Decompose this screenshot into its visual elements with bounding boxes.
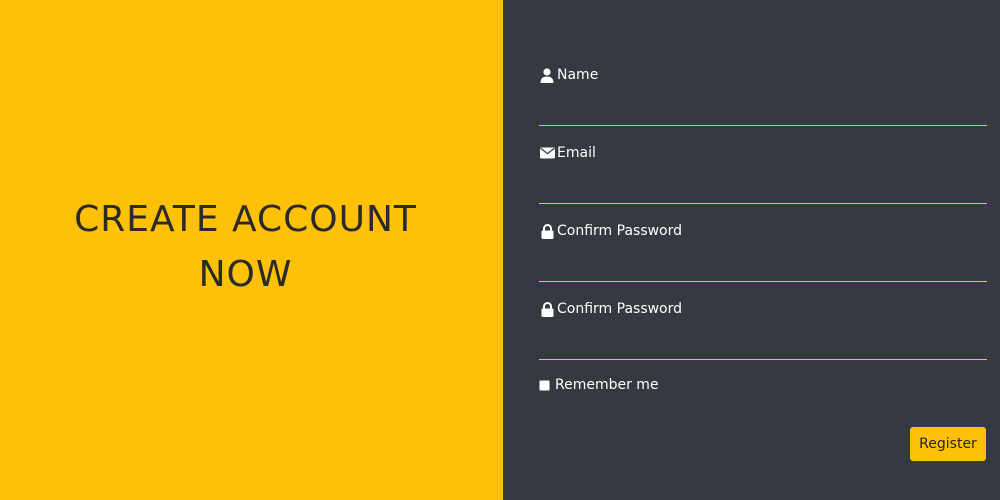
confirm-password-label-text: Confirm Password [557, 301, 683, 317]
name-field-group: Name [539, 65, 989, 126]
lock-icon [539, 301, 555, 317]
name-label-text: Name [557, 67, 599, 83]
lock-icon [539, 223, 555, 239]
confirm-password-field-group: Confirm Password [539, 299, 989, 360]
envelope-icon [539, 145, 555, 161]
email-label: Email [539, 143, 989, 163]
signup-form: Name Email Confirm Password Confirm Pass… [503, 0, 1000, 500]
email-label-text: Email [557, 145, 596, 161]
remember-me-label: Remember me [555, 377, 659, 393]
password-label-text: Confirm Password [557, 223, 683, 239]
confirm-password-label: Confirm Password [539, 299, 989, 319]
name-label: Name [539, 65, 989, 85]
remember-me-checkbox[interactable] [539, 379, 550, 391]
page-title-line-1: CREATE ACCOUNT [74, 199, 417, 240]
email-input[interactable] [539, 175, 987, 204]
password-input[interactable] [539, 253, 987, 282]
name-input[interactable] [539, 97, 987, 126]
register-button[interactable]: Register [910, 427, 986, 461]
signup-page: CREATE ACCOUNT NOW Name Email Confirm Pa… [0, 0, 1000, 500]
remember-me[interactable]: Remember me [539, 377, 659, 393]
confirm-password-input[interactable] [539, 331, 987, 360]
page-title: CREATE ACCOUNT NOW [56, 192, 436, 302]
password-label: Confirm Password [539, 221, 989, 241]
password-field-group: Confirm Password [539, 221, 989, 282]
hero-panel: CREATE ACCOUNT NOW [0, 0, 503, 500]
page-title-line-2: NOW [198, 254, 293, 295]
user-icon [539, 67, 555, 83]
email-field-group: Email [539, 143, 989, 204]
